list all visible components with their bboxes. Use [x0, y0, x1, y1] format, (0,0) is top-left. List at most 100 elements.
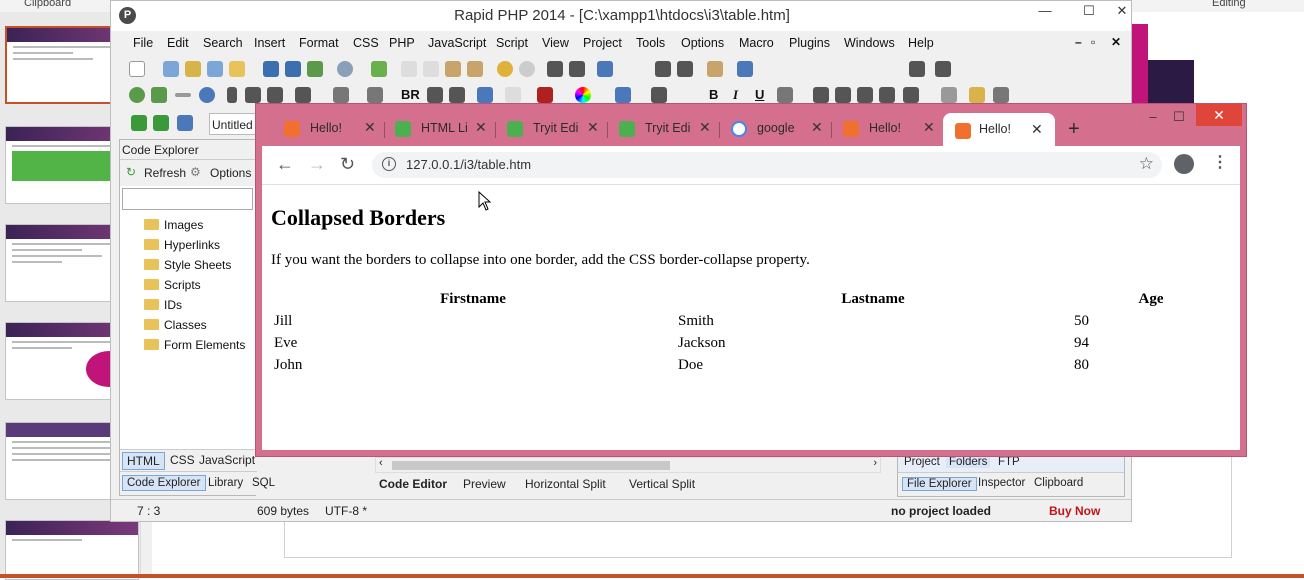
align-center-icon[interactable] — [835, 87, 851, 103]
scrollbar-thumb[interactable] — [392, 461, 670, 470]
encoding[interactable]: UTF-8 * — [325, 504, 367, 518]
menu-windows[interactable]: Windows — [844, 36, 895, 50]
underline-button[interactable]: U — [755, 87, 764, 102]
buy-now-link[interactable]: Buy Now — [1049, 504, 1100, 518]
tab-javascript[interactable]: JavaScript — [199, 453, 255, 467]
url-text[interactable]: 127.0.0.1/i3/table.htm — [406, 157, 531, 172]
mdi-minimize-button[interactable]: – — [1075, 35, 1082, 49]
tab-code-editor[interactable]: Code Editor — [379, 477, 447, 491]
tab-horizontal-split[interactable]: Horizontal Split — [525, 477, 606, 491]
ordered-list-icon[interactable] — [267, 87, 283, 103]
form-icon[interactable] — [367, 87, 383, 103]
outdent-icon[interactable] — [569, 61, 585, 77]
shape-icon[interactable] — [505, 87, 521, 103]
info-icon[interactable]: i — [382, 157, 396, 171]
mdi-close-button[interactable]: ✕ — [1111, 35, 1121, 49]
line-spacing-icon[interactable] — [903, 87, 919, 103]
chrome-tab[interactable]: Hello! ✕ — [843, 117, 954, 145]
tab-close-icon[interactable]: ✕ — [811, 119, 823, 136]
chrome-close-button[interactable]: ✕ — [1196, 104, 1242, 126]
tab-close-icon[interactable]: ✕ — [699, 119, 711, 136]
justify-icon[interactable] — [879, 87, 895, 103]
save-icon[interactable] — [263, 61, 279, 77]
clipboard-icon[interactable] — [707, 61, 723, 77]
nbsp-icon[interactable] — [427, 87, 443, 103]
menu-edit[interactable]: Edit — [167, 36, 189, 50]
menu-project[interactable]: Project — [583, 36, 622, 50]
heading-icon[interactable] — [295, 87, 311, 103]
code-explorer-search-input[interactable] — [122, 188, 253, 210]
paste-icon[interactable] — [445, 61, 461, 77]
menu-search[interactable]: Search — [203, 36, 243, 50]
new-file-icon[interactable] — [129, 61, 145, 77]
tree-item-images[interactable]: Images — [144, 218, 203, 232]
chrome-maximize-button[interactable]: ☐ — [1168, 106, 1190, 128]
color-picker-icon[interactable] — [537, 87, 553, 103]
close-button[interactable]: ✕ — [1111, 1, 1133, 21]
minimize-button[interactable]: — — [1023, 1, 1067, 21]
menu-dots-icon[interactable]: ⋮ — [1212, 152, 1228, 172]
font-icon[interactable] — [615, 87, 631, 103]
indent-icon[interactable] — [547, 61, 563, 77]
tree-item-hyperlinks[interactable]: Hyperlinks — [144, 238, 220, 252]
save-ftp-icon[interactable] — [307, 61, 323, 77]
list-icon[interactable] — [245, 87, 261, 103]
search-icon[interactable] — [337, 61, 353, 77]
text-size-icon[interactable] — [651, 87, 667, 103]
br-button[interactable]: BR — [401, 87, 420, 102]
table-icon[interactable] — [333, 87, 349, 103]
tab-library[interactable]: Library — [208, 477, 243, 489]
tree-item-ids[interactable]: IDs — [144, 298, 182, 312]
tab-project[interactable]: Project — [904, 456, 940, 468]
scroll-left-icon[interactable]: ‹ — [379, 457, 383, 469]
cut-icon[interactable] — [401, 61, 417, 77]
tab-close-icon[interactable]: ✕ — [587, 119, 599, 136]
menu-file[interactable]: File — [133, 36, 153, 50]
tab-preview[interactable]: Preview — [463, 477, 506, 491]
paste-special-icon[interactable] — [467, 61, 483, 77]
tree-item-style-sheets[interactable]: Style Sheets — [144, 258, 231, 272]
redo-icon[interactable] — [519, 61, 535, 77]
comment-icon[interactable] — [199, 87, 215, 103]
tree-item-classes[interactable]: Classes — [144, 318, 207, 332]
tab-close-icon[interactable]: ✕ — [923, 119, 935, 136]
code-icon[interactable] — [941, 87, 957, 103]
find-icon[interactable] — [655, 61, 671, 77]
tab-inspector[interactable]: Inspector — [978, 477, 1025, 489]
layout-icon[interactable] — [597, 61, 613, 77]
new-tab-button[interactable]: + — [1068, 118, 1080, 141]
save-all-icon[interactable] — [285, 61, 301, 77]
maximize-button[interactable]: ☐ — [1067, 1, 1111, 21]
menu-plugins[interactable]: Plugins — [789, 36, 830, 50]
scroll-right-icon[interactable]: › — [873, 457, 877, 469]
chrome-tab[interactable]: Tryit Edi ✕ — [507, 117, 618, 145]
menu-view[interactable]: View — [542, 36, 569, 50]
tree-item-scripts[interactable]: Scripts — [144, 278, 201, 292]
edit-icon[interactable] — [185, 61, 201, 77]
folder-open-icon[interactable] — [229, 61, 245, 77]
tab-vertical-split[interactable]: Vertical Split — [629, 477, 695, 491]
tab-html[interactable]: HTML — [122, 452, 165, 470]
globe-icon[interactable] — [129, 87, 145, 103]
paragraph-icon[interactable] — [227, 87, 237, 103]
brush-icon[interactable] — [993, 87, 1009, 103]
chrome-tab[interactable]: google ✕ — [731, 117, 842, 145]
italic-button[interactable]: I — [733, 87, 738, 103]
bookmark-star-icon[interactable]: ☆ — [1139, 154, 1154, 174]
image-icon[interactable] — [151, 87, 167, 103]
reload-icon[interactable]: ↻ — [340, 154, 355, 175]
menu-help[interactable]: Help — [908, 36, 934, 50]
align-left-icon[interactable] — [813, 87, 829, 103]
menu-format[interactable]: Format — [299, 36, 339, 50]
menu-tools[interactable]: Tools — [636, 36, 665, 50]
back-icon[interactable]: ← — [276, 154, 294, 175]
slide-thumbnail[interactable] — [5, 520, 139, 580]
undo-icon[interactable] — [497, 61, 513, 77]
chrome-tab-active[interactable]: Hello! ✕ — [943, 113, 1055, 146]
mdi-restore-button[interactable]: ▫ — [1091, 35, 1095, 49]
chrome-minimize-button[interactable]: – — [1142, 106, 1164, 128]
tab-css[interactable]: CSS — [170, 453, 195, 467]
forward-arrow-icon[interactable] — [153, 115, 169, 131]
tab-folders[interactable]: Folders — [946, 456, 991, 468]
spellcheck-icon[interactable] — [371, 61, 387, 77]
